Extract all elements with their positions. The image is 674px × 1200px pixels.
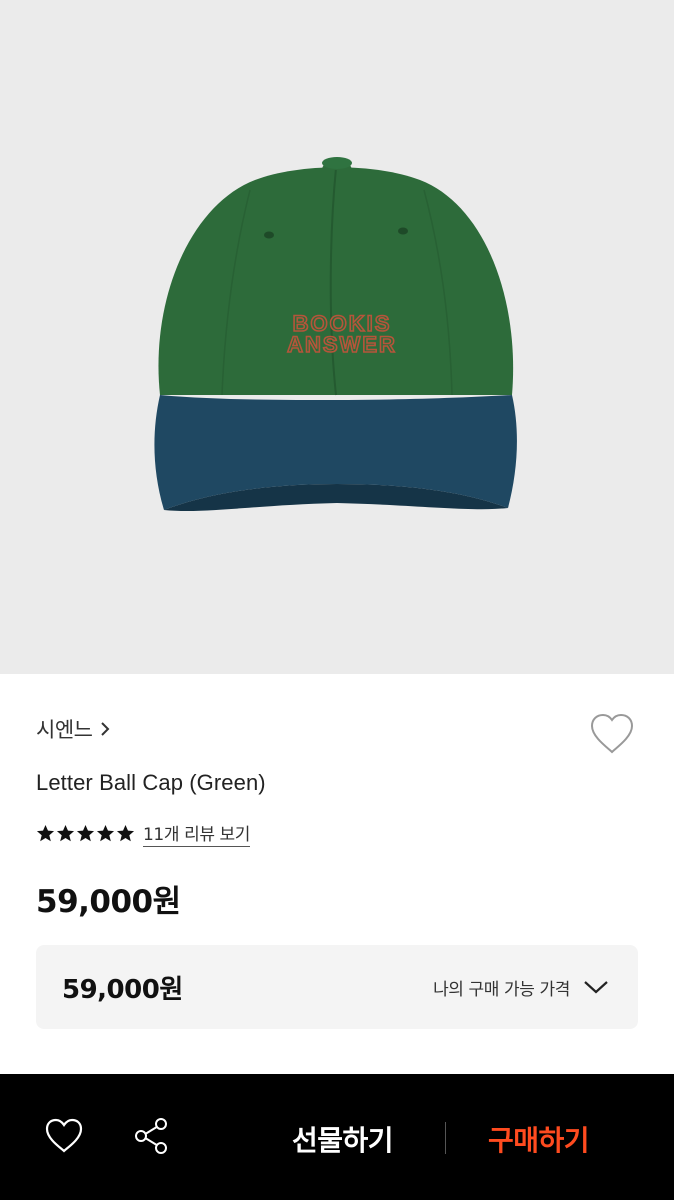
chevron-down-icon xyxy=(584,981,608,994)
product-price: 59,000원 xyxy=(36,884,181,920)
star-icon xyxy=(76,824,95,842)
heart-outline-icon[interactable] xyxy=(588,712,636,756)
my-price-value: 59,000원 xyxy=(62,974,183,1005)
chevron-right-icon xyxy=(101,722,110,736)
rating-stars xyxy=(36,824,135,843)
product-image: BOOKIS ANSWER xyxy=(0,0,674,674)
my-price-dropdown[interactable]: 59,000원 나의 구매 가능 가격 xyxy=(36,945,638,1029)
gift-button[interactable]: 선물하기 xyxy=(292,1119,394,1159)
star-icon xyxy=(36,824,55,842)
heart-outline-icon[interactable] xyxy=(44,1117,84,1155)
my-price-label: 나의 구매 가능 가격 xyxy=(433,979,570,1000)
star-icon xyxy=(116,824,135,842)
product-title: Letter Ball Cap (Green) xyxy=(36,770,266,795)
share-icon[interactable] xyxy=(132,1116,170,1156)
brand-name: 시엔느 xyxy=(36,718,93,742)
rating-row: 11개 리뷰 보기 xyxy=(36,820,250,847)
cap-illustration: BOOKIS ANSWER xyxy=(154,157,517,512)
star-icon xyxy=(56,824,75,842)
star-icon xyxy=(96,824,115,842)
my-price-toggle[interactable]: 나의 구매 가능 가격 xyxy=(433,975,610,1000)
bottom-bar-divider xyxy=(445,1122,446,1154)
review-link[interactable]: 11개 리뷰 보기 xyxy=(143,820,250,847)
cap-logo-line2: ANSWER xyxy=(287,332,397,357)
buy-button[interactable]: 구매하기 xyxy=(488,1119,590,1159)
brand-link[interactable]: 시엔느 xyxy=(36,714,112,744)
